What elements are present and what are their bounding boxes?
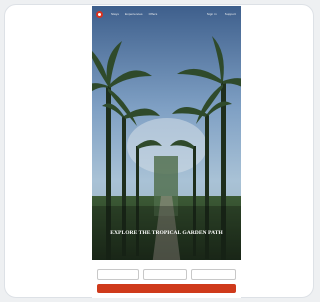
hero-photo bbox=[92, 6, 241, 298]
top-navigation: Stays Experiences Offers Sign in Support bbox=[92, 6, 241, 22]
dates-field[interactable] bbox=[143, 269, 187, 280]
nav-item-stays[interactable]: Stays bbox=[111, 12, 119, 16]
nav-links: Stays Experiences Offers bbox=[111, 12, 157, 16]
nav-item-experiences[interactable]: Experiences bbox=[125, 12, 143, 16]
nav-item-offers[interactable]: Offers bbox=[149, 12, 158, 16]
mobile-screenshot: Stays Experiences Offers Sign in Support… bbox=[92, 6, 241, 298]
search-button[interactable] bbox=[97, 284, 236, 293]
booking-panel bbox=[92, 260, 241, 298]
guests-field[interactable] bbox=[191, 269, 236, 280]
destination-field[interactable] bbox=[97, 269, 139, 280]
brand-logo-icon[interactable] bbox=[96, 10, 103, 18]
sign-in-link[interactable]: Sign in bbox=[207, 12, 217, 16]
support-link[interactable]: Support bbox=[225, 12, 236, 16]
header-actions: Sign in Support bbox=[207, 12, 236, 16]
hero-headline: EXPLORE THE TROPICAL GARDEN PATH bbox=[110, 230, 223, 236]
